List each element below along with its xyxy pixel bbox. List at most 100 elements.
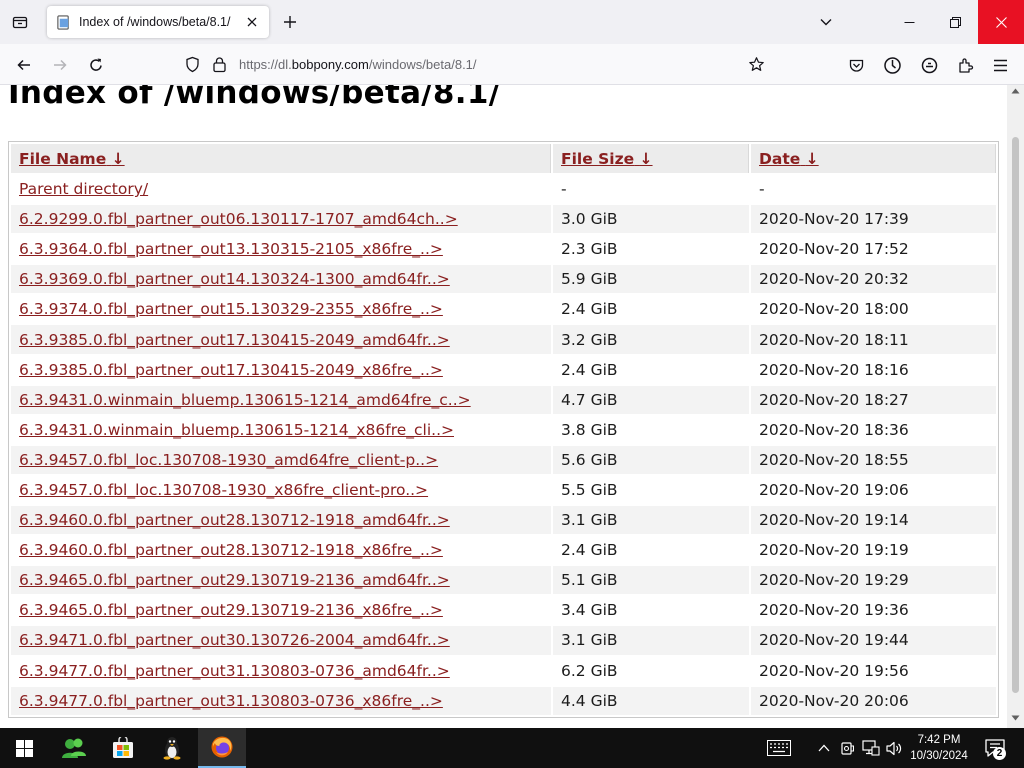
table-row: 6.3.9457.0.fbl_loc.130708-1930_amd64fre_… — [11, 445, 996, 474]
people-icon[interactable] — [50, 728, 98, 768]
taskbar: 7:42 PM 10/30/2024 2 — [0, 728, 1024, 768]
lock-icon[interactable] — [212, 56, 227, 73]
system-clock[interactable]: 7:42 PM 10/30/2024 — [906, 728, 972, 768]
date-cell: 2020-Nov-20 18:00 — [759, 300, 909, 319]
file-link[interactable]: 6.3.9431.0.winmain_bluemp.130615-1214_x8… — [19, 421, 454, 439]
puzzle-icon[interactable] — [950, 50, 980, 80]
date-cell: 2020-Nov-20 18:16 — [759, 360, 909, 379]
file-link[interactable]: 6.3.9477.0.fbl_partner_out31.130803-0736… — [19, 662, 450, 680]
url-path: /windows/beta/8.1/ — [368, 57, 477, 72]
extension-icon[interactable] — [914, 50, 944, 80]
chevron-up-icon[interactable] — [814, 728, 834, 768]
sort-by-size-link[interactable]: File Size ↓ — [561, 150, 653, 168]
sort-by-date-link[interactable]: Date ↓ — [759, 150, 819, 168]
volume-icon[interactable] — [884, 728, 904, 768]
tab-overview-icon[interactable] — [6, 8, 34, 36]
reload-icon[interactable] — [81, 50, 111, 80]
file-name-cell: 6.3.9460.0.fbl_partner_out28.130712-1918… — [11, 506, 551, 535]
linux-penguin-icon[interactable] — [148, 728, 196, 768]
file-link[interactable]: 6.3.9369.0.fbl_partner_out14.130324-1300… — [19, 270, 450, 288]
file-name-cell: 6.3.9457.0.fbl_loc.130708-1930_x86fre_cl… — [11, 476, 551, 504]
tab-title: Index of /windows/beta/8.1/ — [79, 15, 231, 29]
table-row: 6.3.9431.0.winmain_bluemp.130615-1214_am… — [11, 385, 996, 414]
plus-icon[interactable] — [276, 8, 304, 36]
file-link[interactable]: 6.3.9460.0.fbl_partner_out28.130712-1918… — [19, 541, 443, 559]
keyboard-icon[interactable] — [764, 728, 794, 768]
file-name-cell: 6.3.9369.0.fbl_partner_out14.130324-1300… — [11, 265, 551, 294]
hamburger-menu-icon[interactable] — [985, 50, 1015, 80]
address-bar[interactable]: https://dl.bobpony.com/windows/beta/8.1/ — [176, 48, 776, 81]
file-size-cell: 3.4 GiB — [561, 601, 618, 620]
device-icon[interactable] — [838, 728, 856, 768]
date-cell: 2020-Nov-20 18:55 — [751, 445, 996, 474]
date-cell: 2020-Nov-20 19:06 — [759, 480, 909, 499]
date-cell: 2020-Nov-20 19:19 — [759, 541, 909, 560]
table-row: 6.3.9465.0.fbl_partner_out29.130719-2136… — [11, 566, 996, 595]
table-row: 6.3.9477.0.fbl_partner_out31.130803-0736… — [11, 657, 996, 685]
table-row: 6.3.9431.0.winmain_bluemp.130615-1214_x8… — [11, 416, 996, 444]
file-link[interactable]: 6.3.9431.0.winmain_bluemp.130615-1214_am… — [19, 391, 471, 409]
close-icon[interactable] — [243, 13, 261, 31]
firefox-icon[interactable] — [198, 728, 246, 768]
file-link[interactable]: 6.3.9385.0.fbl_partner_out17.130415-2049… — [19, 361, 443, 379]
clock-time: 7:42 PM — [917, 734, 961, 746]
url-prefix: https://dl. — [239, 57, 292, 72]
date-cell: 2020-Nov-20 19:14 — [751, 506, 996, 535]
window-close-icon[interactable] — [978, 0, 1024, 44]
date-cell: 2020-Nov-20 17:52 — [759, 240, 909, 259]
date-cell: 2020-Nov-20 20:32 — [751, 265, 996, 294]
parent-directory-cell: Parent directory/ — [11, 175, 551, 203]
store-icon[interactable] — [99, 728, 147, 768]
scroll-down-arrow-icon[interactable] — [1011, 715, 1020, 721]
file-link[interactable]: 6.3.9457.0.fbl_loc.130708-1930_x86fre_cl… — [19, 481, 428, 499]
forward-arrow-icon[interactable] — [45, 50, 75, 80]
tab-current[interactable]: Index of /windows/beta/8.1/ — [47, 6, 269, 38]
file-link[interactable]: 6.3.9465.0.fbl_partner_out29.130719-2136… — [19, 571, 450, 589]
file-link[interactable]: 6.3.9364.0.fbl_partner_out13.130315-2105… — [19, 240, 443, 258]
file-link[interactable]: 6.3.9477.0.fbl_partner_out31.130803-0736… — [19, 692, 443, 710]
file-link[interactable]: 6.3.9465.0.fbl_partner_out29.130719-2136… — [19, 601, 443, 619]
file-size-cell: 4.4 GiB — [553, 686, 749, 715]
file-size-cell: 3.8 GiB — [561, 420, 618, 439]
windows-start-icon[interactable] — [0, 728, 48, 768]
restore-icon[interactable] — [932, 0, 978, 44]
file-name-cell: 6.3.9477.0.fbl_partner_out31.130803-0736… — [11, 686, 551, 715]
date-cell: 2020-Nov-20 19:44 — [751, 626, 996, 655]
file-link[interactable]: 6.3.9460.0.fbl_partner_out28.130712-1918… — [19, 511, 450, 529]
file-size-cell: 2.4 GiB — [561, 541, 618, 560]
file-link[interactable]: 6.3.9385.0.fbl_partner_out17.130415-2049… — [19, 331, 450, 349]
date-cell: 2020-Nov-20 19:29 — [751, 566, 996, 595]
url-host: bobpony.com — [291, 57, 369, 72]
file-link[interactable]: 6.3.9471.0.fbl_partner_out30.130726-2004… — [19, 631, 450, 649]
table-row: 6.2.9299.0.fbl_partner_out06.130117-1707… — [11, 205, 996, 234]
parent-directory-link[interactable]: Parent directory/ — [19, 180, 148, 198]
notification-count-badge: 2 — [993, 747, 1006, 760]
file-size-cell: 5.9 GiB — [553, 265, 749, 294]
table-row: 6.3.9477.0.fbl_partner_out31.130803-0736… — [11, 686, 996, 715]
table-row: 6.3.9385.0.fbl_partner_out17.130415-2049… — [11, 356, 996, 384]
table-row: 6.3.9369.0.fbl_partner_out14.130324-1300… — [11, 265, 996, 294]
file-link[interactable]: 6.3.9457.0.fbl_loc.130708-1930_amd64fre_… — [19, 451, 438, 469]
chevron-down-icon[interactable] — [812, 8, 840, 36]
file-size-cell: 3.1 GiB — [553, 626, 749, 655]
url-text[interactable]: https://dl.bobpony.com/windows/beta/8.1/ — [239, 57, 477, 72]
scroll-up-arrow-icon[interactable] — [1011, 88, 1020, 94]
file-link[interactable]: 6.2.9299.0.fbl_partner_out06.130117-1707… — [19, 210, 458, 228]
minimize-icon[interactable] — [886, 0, 932, 44]
star-icon[interactable] — [748, 56, 765, 73]
back-arrow-icon[interactable] — [9, 50, 39, 80]
file-name-cell: 6.3.9477.0.fbl_partner_out31.130803-0736… — [11, 657, 551, 685]
pocket-icon[interactable] — [841, 50, 871, 80]
notification-icon[interactable]: 2 — [980, 728, 1010, 768]
file-name-cell: 6.3.9374.0.fbl_partner_out15.130329-2355… — [11, 295, 551, 323]
network-icon[interactable] — [860, 728, 882, 768]
column-header-date: Date ↓ — [751, 144, 996, 173]
file-link[interactable]: 6.3.9374.0.fbl_partner_out15.130329-2355… — [19, 300, 443, 318]
sort-by-name-link[interactable]: File Name ↓ — [19, 150, 125, 168]
vertical-scrollbar[interactable] — [1007, 85, 1024, 728]
account-icon[interactable] — [877, 50, 907, 80]
table-row: 6.3.9460.0.fbl_partner_out28.130712-1918… — [11, 506, 996, 535]
shield-icon[interactable] — [184, 56, 201, 73]
scrollbar-thumb[interactable] — [1012, 137, 1019, 693]
date-cell: 2020-Nov-20 19:36 — [759, 601, 909, 620]
